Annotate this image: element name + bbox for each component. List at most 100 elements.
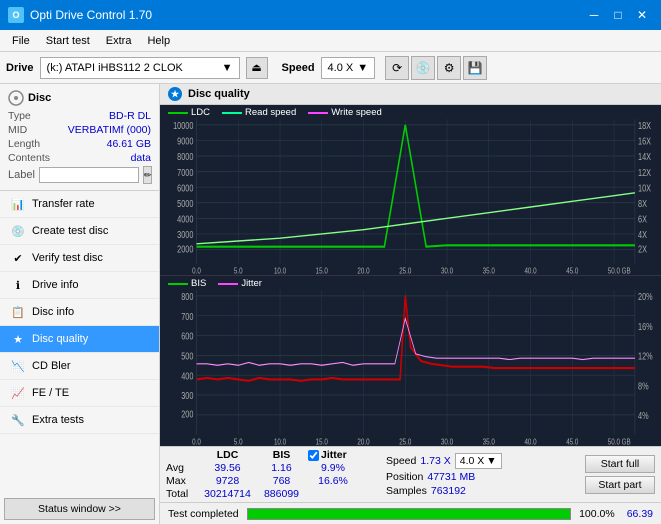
sidebar: Disc Type BD-R DL MID VERBATIMf (000) Le… xyxy=(0,84,160,524)
svg-text:12%: 12% xyxy=(638,350,653,361)
titlebar: O Opti Drive Control 1.70 ─ □ ✕ xyxy=(0,0,661,30)
svg-text:20%: 20% xyxy=(638,291,653,302)
chart-header: ★ Disc quality xyxy=(160,84,661,105)
legend-jitter: Jitter xyxy=(241,278,262,289)
drive-info-icon: ℹ xyxy=(10,277,26,293)
sidebar-item-extra-tests[interactable]: 🔧 Extra tests xyxy=(0,407,159,434)
eject-button[interactable]: ⏏ xyxy=(246,57,268,79)
svg-text:15.0: 15.0 xyxy=(316,266,328,275)
drive-value: (k:) ATAPI iHBS112 2 CLOK xyxy=(47,62,220,74)
refresh-button[interactable]: ⟳ xyxy=(385,56,409,80)
menu-file[interactable]: File xyxy=(4,33,38,49)
svg-text:8X: 8X xyxy=(638,198,647,209)
menu-help[interactable]: Help xyxy=(139,33,178,49)
stats-total-bis: 886099 xyxy=(259,488,304,500)
svg-text:25.0: 25.0 xyxy=(399,266,411,275)
disc-quality-icon: ★ xyxy=(10,331,26,347)
disc-panel-icon xyxy=(8,90,24,106)
stats-total-ldc: 30214714 xyxy=(200,488,255,500)
speed-val: 1.73 X xyxy=(420,455,450,467)
label-edit-button[interactable]: ✏ xyxy=(143,166,153,184)
progress-bar-container xyxy=(247,508,571,520)
chart-bottom: BIS Jitter xyxy=(160,276,661,446)
nav-label-verify-test-disc: Verify test disc xyxy=(32,252,103,264)
svg-text:6000: 6000 xyxy=(177,182,193,193)
sidebar-item-disc-quality[interactable]: ★ Disc quality xyxy=(0,326,159,353)
minimize-button[interactable]: ─ xyxy=(583,4,605,26)
nav-label-transfer-rate: Transfer rate xyxy=(32,198,95,210)
disc-mid-label: MID xyxy=(8,124,27,136)
settings-button[interactable]: ⚙ xyxy=(437,56,461,80)
svg-text:3000: 3000 xyxy=(177,229,193,240)
maximize-button[interactable]: □ xyxy=(607,4,629,26)
svg-text:15.0: 15.0 xyxy=(316,437,328,446)
stats-max-jitter: 16.6% xyxy=(308,475,358,487)
sidebar-item-drive-info[interactable]: ℹ Drive info xyxy=(0,272,159,299)
progress-status: Test completed xyxy=(168,508,239,520)
sidebar-item-disc-info[interactable]: 📋 Disc info xyxy=(0,299,159,326)
nav-label-cd-bler: CD Bler xyxy=(32,360,71,372)
main-layout: Disc Type BD-R DL MID VERBATIMf (000) Le… xyxy=(0,84,661,524)
svg-text:5000: 5000 xyxy=(177,198,193,209)
disc-info-icon: 📋 xyxy=(10,304,26,320)
stats-empty-header xyxy=(166,449,196,461)
svg-text:5.0: 5.0 xyxy=(234,437,243,446)
chart-bottom-legend: BIS Jitter xyxy=(168,278,262,289)
svg-text:8%: 8% xyxy=(638,380,649,391)
window-controls: ─ □ ✕ xyxy=(583,4,653,26)
disc-length-value: 46.61 GB xyxy=(107,138,151,150)
menu-extra[interactable]: Extra xyxy=(98,33,140,49)
speed-key: Speed xyxy=(386,455,416,467)
drive-selector[interactable]: (k:) ATAPI iHBS112 2 CLOK ▼ xyxy=(40,57,240,79)
svg-text:40.0: 40.0 xyxy=(524,437,536,446)
speed-selector[interactable]: 4.0 X ▼ xyxy=(321,57,376,79)
start-full-button[interactable]: Start full xyxy=(585,455,655,473)
legend-bis: BIS xyxy=(191,278,206,289)
sidebar-item-transfer-rate[interactable]: 📊 Transfer rate xyxy=(0,191,159,218)
sidebar-item-create-test-disc[interactable]: 💿 Create test disc xyxy=(0,218,159,245)
toolbar-icons: ⟳ 💿 ⚙ 💾 xyxy=(385,56,487,80)
save-button[interactable]: 💾 xyxy=(463,56,487,80)
progress-row: Test completed 100.0% 66.39 xyxy=(160,502,661,524)
sidebar-item-cd-bler[interactable]: 📉 CD Bler xyxy=(0,353,159,380)
svg-text:9000: 9000 xyxy=(177,136,193,147)
svg-text:10.0: 10.0 xyxy=(274,266,286,275)
sidebar-item-verify-test-disc[interactable]: ✔ Verify test disc xyxy=(0,245,159,272)
disc-label-label: Label xyxy=(8,169,35,181)
svg-text:40.0: 40.0 xyxy=(524,266,536,275)
samples-val: 763192 xyxy=(431,485,466,497)
stats-avg-ldc: 39.56 xyxy=(200,462,255,474)
disc-header: Disc xyxy=(8,90,151,106)
nav-label-drive-info: Drive info xyxy=(32,279,78,291)
chart-top-legend: LDC Read speed Write speed xyxy=(168,107,382,118)
chart-top: LDC Read speed Write speed xyxy=(160,105,661,276)
transfer-rate-icon: 📊 xyxy=(10,196,26,212)
legend-ldc: LDC xyxy=(191,107,210,118)
legend-write-speed: Write speed xyxy=(331,107,382,118)
progress-extra: 66.39 xyxy=(627,508,653,520)
svg-text:10X: 10X xyxy=(638,182,651,193)
stats-bar: Avg Max Total LDC 39.56 9728 30214714 BI… xyxy=(160,446,661,502)
svg-text:12X: 12X xyxy=(638,167,651,178)
drivebar: Drive (k:) ATAPI iHBS112 2 CLOK ▼ ⏏ Spee… xyxy=(0,52,661,84)
disc-length-row: Length 46.61 GB xyxy=(8,138,151,150)
disc-button[interactable]: 💿 xyxy=(411,56,435,80)
svg-text:50.0 GB: 50.0 GB xyxy=(608,437,631,446)
status-window-button[interactable]: Status window >> xyxy=(4,498,155,520)
close-button[interactable]: ✕ xyxy=(631,4,653,26)
stats-ldc-header: LDC xyxy=(200,449,255,461)
disc-contents-value: data xyxy=(131,152,151,164)
speed-dropdown[interactable]: 4.0 X ▼ xyxy=(455,453,502,469)
sidebar-item-fe-te[interactable]: 📈 FE / TE xyxy=(0,380,159,407)
jitter-checkbox[interactable] xyxy=(308,450,319,461)
start-part-button[interactable]: Start part xyxy=(585,476,655,494)
app-icon: O xyxy=(8,7,24,23)
menu-start-test[interactable]: Start test xyxy=(38,33,98,49)
svg-text:25.0: 25.0 xyxy=(399,437,411,446)
create-test-disc-icon: 💿 xyxy=(10,223,26,239)
svg-text:20.0: 20.0 xyxy=(357,266,369,275)
disc-label-input[interactable] xyxy=(39,167,139,183)
svg-text:300: 300 xyxy=(181,390,193,401)
chart-bottom-svg: 800 700 600 500 400 300 200 20% 16% 12% … xyxy=(160,276,661,446)
svg-text:2X: 2X xyxy=(638,243,647,254)
